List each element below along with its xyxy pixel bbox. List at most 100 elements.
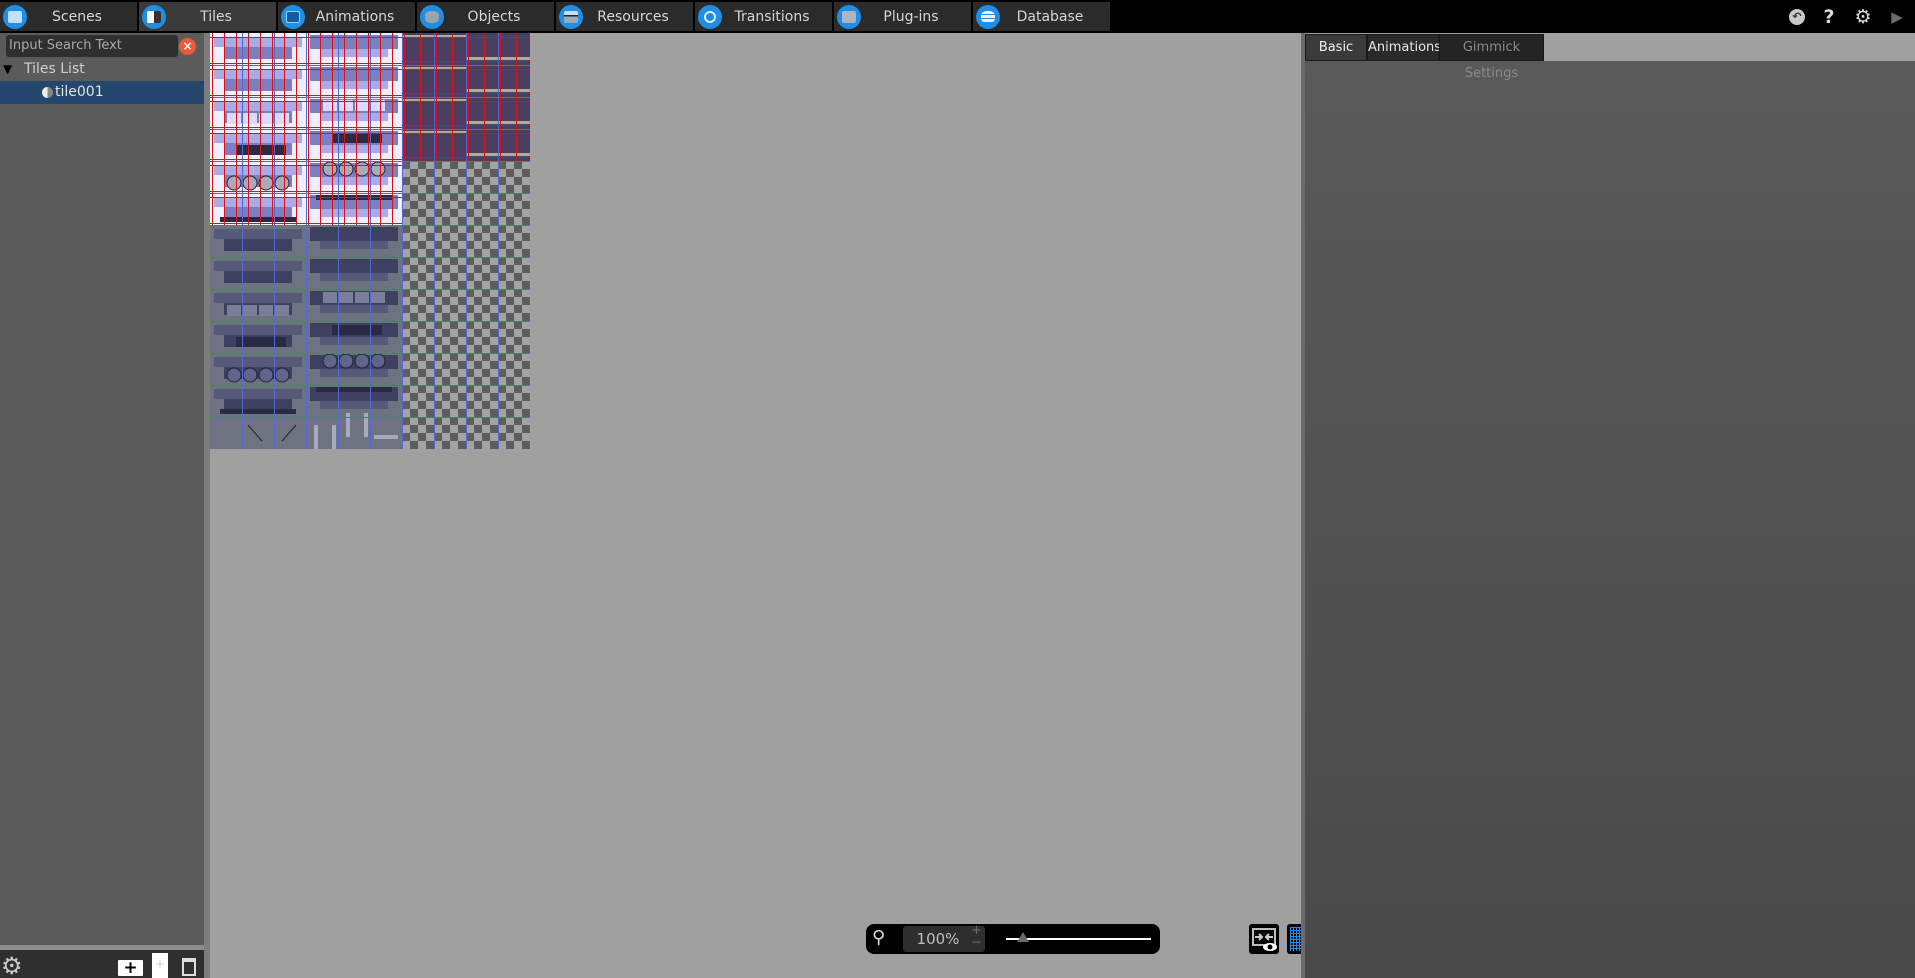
clear-search-button[interactable]: × bbox=[179, 38, 196, 55]
tile-port bbox=[242, 175, 258, 191]
tab-objects[interactable]: Objects bbox=[417, 2, 554, 31]
tile-port bbox=[370, 353, 386, 369]
search-input[interactable]: Input Search Text bbox=[6, 35, 178, 57]
tile-port bbox=[338, 161, 354, 177]
tile-shape bbox=[214, 293, 302, 303]
tile-shape bbox=[243, 305, 257, 316]
animations-icon bbox=[281, 4, 305, 29]
zoom-out-button[interactable]: − bbox=[971, 936, 982, 949]
tile-shape bbox=[320, 177, 388, 185]
database-icon bbox=[976, 4, 1000, 29]
tab-basic[interactable]: Basic bbox=[1305, 34, 1367, 61]
tile-shape bbox=[320, 145, 388, 153]
zoom-toolbar: ⚲ 100% + − bbox=[866, 924, 1160, 954]
tile-shape bbox=[243, 113, 257, 124]
tab-label: Plug-ins bbox=[883, 8, 939, 25]
objects-icon bbox=[420, 4, 444, 29]
tiles-list-toolbar: ⚙ + + bbox=[0, 950, 204, 978]
tile-shape bbox=[214, 229, 302, 239]
tab-resources[interactable]: Resources bbox=[556, 2, 693, 31]
tile-shape bbox=[227, 305, 241, 316]
tab-tiles[interactable]: Tiles bbox=[139, 2, 276, 31]
tile-shape bbox=[332, 325, 382, 335]
zoom-slider-thumb[interactable] bbox=[1017, 932, 1030, 942]
tile-item-label: tile001 bbox=[55, 84, 104, 100]
tree-root-tiles-list[interactable]: ▼ Tiles List bbox=[0, 58, 204, 81]
top-navigation: Scenes Tiles Animations Objects Resource… bbox=[0, 0, 1915, 33]
tile-shape bbox=[214, 357, 302, 367]
tab-transitions[interactable]: Transitions bbox=[695, 2, 832, 31]
trash-icon[interactable] bbox=[182, 958, 196, 976]
tile-shape bbox=[339, 292, 353, 303]
tile-icon bbox=[42, 87, 53, 98]
properties-panel: Basic Animations Gimmick Settings bbox=[1305, 33, 1915, 978]
tile-shape bbox=[236, 337, 286, 347]
scenes-icon bbox=[3, 4, 27, 29]
tile-shape bbox=[310, 259, 398, 273]
tab-label: Tiles bbox=[200, 8, 232, 25]
tile-canvas[interactable]: ⚲ 100% + − bbox=[210, 33, 1301, 978]
tile-pipe bbox=[346, 413, 350, 437]
tile-port bbox=[242, 367, 258, 383]
tile-port bbox=[274, 175, 290, 191]
tile-shape bbox=[320, 369, 388, 377]
tile-port bbox=[322, 161, 338, 177]
settings-icon[interactable]: ⚙ bbox=[1853, 7, 1873, 27]
tile-shape bbox=[355, 292, 369, 303]
tile-shape bbox=[227, 113, 241, 124]
tile-shape bbox=[214, 389, 302, 399]
tile-shape bbox=[224, 79, 292, 91]
grid-icon bbox=[1290, 927, 1301, 951]
tile-shape bbox=[224, 239, 292, 251]
tile-shape bbox=[224, 271, 292, 283]
magnifier-icon[interactable]: ⚲ bbox=[872, 928, 885, 948]
tiles-icon bbox=[142, 4, 166, 29]
tile-shape bbox=[320, 305, 388, 313]
tile-shape bbox=[224, 47, 292, 59]
tile-port bbox=[354, 161, 370, 177]
tab-plugins[interactable]: Plug-ins bbox=[834, 2, 971, 31]
tab-animations-settings[interactable]: Animations bbox=[1367, 34, 1441, 61]
tile-shape bbox=[214, 37, 302, 47]
add-folder-icon[interactable]: + bbox=[118, 960, 143, 977]
tab-gimmick-settings[interactable]: Gimmick Settings bbox=[1439, 34, 1544, 81]
properties-tabs: Basic Animations Gimmick Settings bbox=[1305, 33, 1915, 81]
tile-shape bbox=[259, 113, 273, 124]
tile-shape bbox=[320, 81, 388, 89]
play-icon[interactable]: ▶ bbox=[1887, 7, 1907, 27]
app-window: Scenes Tiles Animations Objects Resource… bbox=[0, 0, 1915, 978]
tile-port bbox=[226, 175, 242, 191]
gear-icon[interactable]: ⚙ bbox=[1, 954, 23, 978]
tile-port bbox=[258, 175, 274, 191]
expand-arrow-icon[interactable]: ▼ bbox=[3, 58, 12, 81]
tile-shape bbox=[214, 101, 302, 111]
tile-shape bbox=[320, 209, 388, 217]
preview-toggle-button[interactable] bbox=[1249, 924, 1279, 954]
tab-label: Resources bbox=[597, 8, 669, 25]
search-placeholder: Input Search Text bbox=[9, 38, 122, 53]
undo-icon[interactable]: ↶ bbox=[1789, 8, 1805, 25]
tab-scenes[interactable]: Scenes bbox=[0, 2, 137, 31]
tile-shape bbox=[214, 197, 302, 207]
tile-shape bbox=[320, 241, 388, 249]
tile-shape bbox=[275, 113, 289, 124]
tile-shape bbox=[275, 305, 289, 316]
tab-animations[interactable]: Animations bbox=[278, 2, 415, 31]
tile-shape bbox=[320, 273, 388, 281]
transitions-icon bbox=[698, 4, 722, 29]
list-item-tile001[interactable]: tile001 bbox=[0, 81, 204, 104]
grid-toggle-button[interactable] bbox=[1287, 924, 1301, 954]
tile-shape bbox=[214, 165, 302, 175]
tile-port bbox=[274, 367, 290, 383]
tile-shape bbox=[310, 227, 398, 241]
plugins-icon bbox=[837, 4, 861, 29]
add-file-icon[interactable]: + bbox=[152, 953, 168, 978]
tile-pipe bbox=[314, 425, 318, 449]
tab-database[interactable]: Database bbox=[973, 2, 1110, 31]
help-icon[interactable]: ? bbox=[1819, 7, 1839, 27]
tile-shape bbox=[214, 325, 302, 335]
tile-pipe bbox=[374, 435, 398, 439]
top-right-toolbar: ↶ ? ⚙ ▶ bbox=[1789, 0, 1915, 33]
tile-shape bbox=[214, 133, 302, 143]
tileset-image[interactable] bbox=[210, 33, 530, 449]
